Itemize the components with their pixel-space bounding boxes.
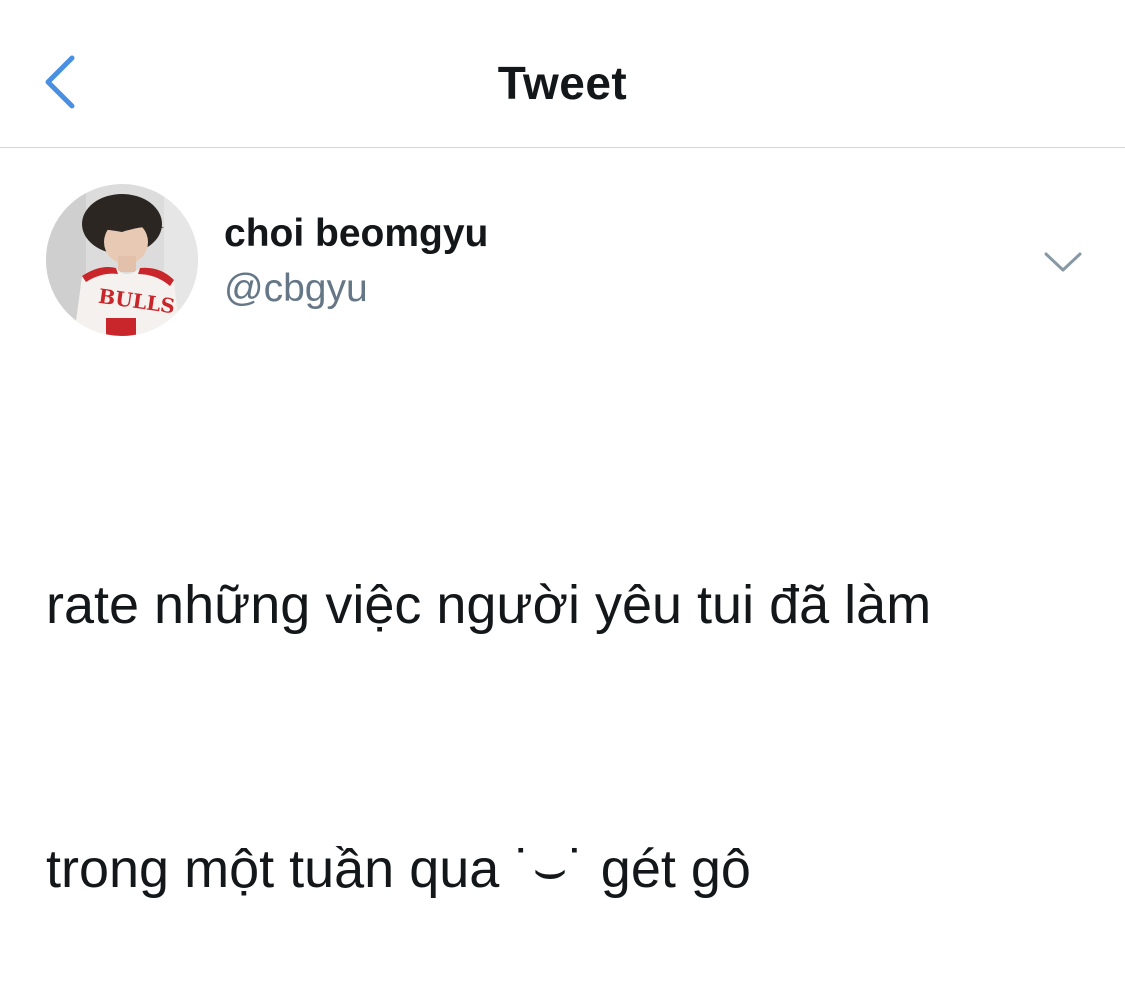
chevron-down-icon [1044, 252, 1082, 272]
tweet-header: BULLS choi beomgyu @cbgyu [0, 148, 1125, 358]
tweet-text-line-2: trong một tuần qua ˙⌣˙ gét gô [46, 839, 751, 899]
more-options-button[interactable] [1040, 244, 1086, 278]
tweet-text: rate những việc người yêu tui đã làm tro… [46, 385, 1086, 1001]
display-name[interactable]: choi beomgyu [224, 212, 488, 256]
user-handle[interactable]: @cbgyu [224, 267, 368, 311]
page-title: Tweet [497, 57, 628, 109]
nav-bar: Tweet [0, 0, 1125, 148]
avatar[interactable]: BULLS [46, 184, 198, 336]
avatar-photo: BULLS [46, 184, 198, 336]
tweet-text-line-1: rate những việc người yêu tui đã làm [46, 575, 932, 635]
